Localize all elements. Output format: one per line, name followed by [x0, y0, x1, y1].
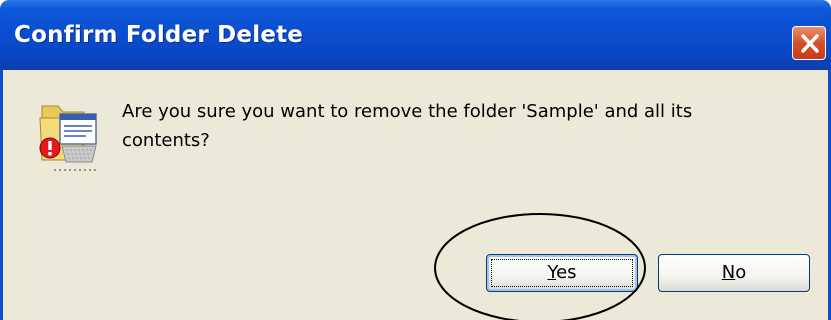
confirmation-message: Are you sure you want to remove the fold… [122, 101, 693, 151]
focus-rectangle [491, 259, 633, 287]
close-button[interactable] [792, 26, 826, 60]
dialog-title: Confirm Folder Delete [14, 22, 304, 48]
yes-button[interactable]: Yes [486, 254, 638, 292]
close-icon [801, 34, 819, 53]
no-button[interactable]: No [658, 254, 810, 292]
no-button-accelerator: N [721, 262, 736, 283]
no-button-label: o [735, 262, 747, 283]
title-bar[interactable]: Confirm Folder Delete [0, 0, 831, 70]
confirm-folder-delete-dialog: Confirm Folder Delete Are you sure you w… [0, 0, 831, 320]
folder-delete-warning-icon [39, 105, 98, 171]
